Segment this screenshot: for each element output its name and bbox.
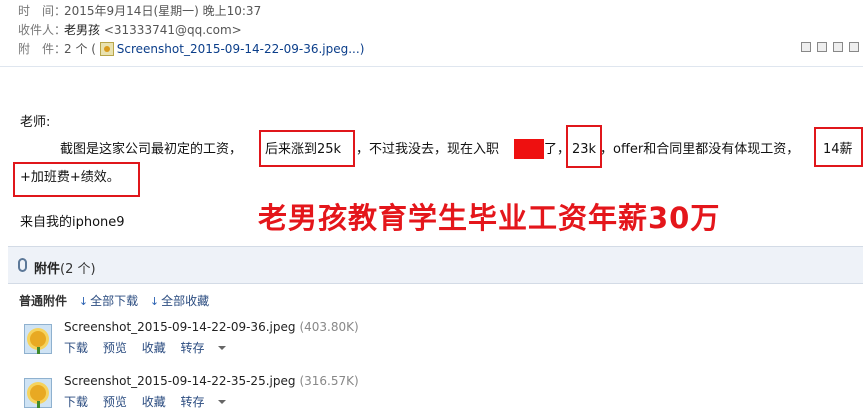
attachment-title-label: 附件 (34, 262, 61, 277)
download-arrow-icon: ↓ (78, 295, 89, 308)
attachment-row: 附 件：2 个 ( Screenshot_2015-09-14-22-09-36… (18, 41, 364, 57)
save-all-link[interactable]: 全部收藏 (161, 294, 209, 308)
attachment-label: 附 件： (18, 42, 67, 56)
attachment-filename[interactable]: Screenshot_2015-09-14-22-35-25.jpeg (64, 374, 295, 388)
time-value: 2015年9月14日(星期一) 晚上10:37 (64, 4, 262, 18)
attachment-link[interactable]: Screenshot_2015-09-14-22-09-36.jpeg...) (117, 42, 365, 56)
attachment-filename[interactable]: Screenshot_2015-09-14-22-09-36.jpeg (64, 320, 295, 334)
preview-link[interactable]: 预览 (103, 341, 127, 355)
slogan-overlay: 老男孩教育学生毕业工资年薪30万 (258, 201, 721, 235)
signature: 来自我的iphone9 (20, 215, 125, 230)
recipient-row: 收件人：老男孩 <31333741@qq.com> (18, 22, 242, 38)
normal-attachments-label: 普通附件 (19, 294, 68, 308)
download-all-link[interactable]: 全部下载 (90, 294, 138, 308)
close-icon[interactable] (849, 42, 859, 52)
sunflower-thumbnail-icon[interactable] (24, 324, 52, 354)
body-text-1: 截图是这家公司最初定的工资， (60, 142, 243, 157)
caret-down-icon (217, 400, 226, 404)
greeting: 老师: (20, 115, 51, 130)
highlight-box-bonus (13, 162, 140, 197)
attachment-panel: 附件(2 个) 普通附件 ↓ 全部下载 ↓ 全部收藏 Screenshot_2015… (8, 246, 863, 420)
attachment-item: Screenshot_2015-09-14-22-35-25.jpeg (316.… (24, 374, 624, 414)
attachment-title: 附件(2 个) (34, 258, 96, 277)
recipient-name[interactable]: 老男孩 (64, 23, 100, 37)
sunflower-thumbnail-icon[interactable] (24, 378, 52, 408)
save-link[interactable]: 收藏 (142, 395, 166, 409)
attachment-title-count: (2 个) (60, 262, 96, 277)
time-label: 时 间： (18, 4, 67, 18)
attachment-name-row: Screenshot_2015-09-14-22-09-36.jpeg (403.… (64, 320, 359, 334)
forward-menu[interactable]: 转存 (181, 341, 237, 355)
mail-header: 时 间：2015年9月14日(星期一) 晚上10:37 收件人：老男孩 <313… (0, 0, 863, 66)
attachment-count: 2 个 ( (64, 42, 96, 56)
restore-icon[interactable] (801, 42, 811, 52)
maximize-icon[interactable] (817, 42, 827, 52)
attachment-actions: 下载 预览 收藏 转存 (64, 393, 248, 410)
redaction-block (514, 139, 544, 159)
download-link[interactable]: 下载 (64, 395, 88, 409)
highlight-box-months (814, 127, 863, 167)
attachment-size: (403.80K) (299, 320, 359, 334)
forward-menu[interactable]: 转存 (181, 395, 237, 409)
paperclip-icon (18, 258, 27, 272)
normal-attachments-row: 普通附件 ↓ 全部下载 ↓ 全部收藏 (19, 292, 209, 309)
highlight-box-salary (566, 125, 602, 168)
save-link[interactable]: 收藏 (142, 341, 166, 355)
time-row: 时 间：2015年9月14日(星期一) 晚上10:37 (18, 3, 261, 19)
attachment-bar: 附件(2 个) (8, 247, 863, 284)
preview-link[interactable]: 预览 (103, 395, 127, 409)
attachment-size: (316.57K) (299, 374, 359, 388)
attachment-actions: 下载 预览 收藏 转存 (64, 339, 248, 356)
highlight-box-raise (259, 130, 355, 167)
download-link[interactable]: 下载 (64, 341, 88, 355)
recipient-email[interactable]: <31333741@qq.com> (104, 23, 242, 37)
header-divider (0, 66, 863, 67)
forward-label: 转存 (180, 395, 205, 409)
caret-down-icon (217, 346, 226, 350)
popout-icon[interactable] (833, 42, 843, 52)
image-file-icon (99, 42, 114, 56)
recipient-label: 收件人： (18, 23, 67, 37)
forward-label: 转存 (180, 341, 205, 355)
attachment-name-row: Screenshot_2015-09-14-22-35-25.jpeg (316.… (64, 374, 359, 388)
body-text-4: ，offer和合同里都没有体现工资， (600, 142, 800, 157)
body-text-2: ，不过我没去，现在入职 (356, 142, 500, 157)
window-controls (801, 42, 859, 52)
attachment-item: Screenshot_2015-09-14-22-09-36.jpeg (403.… (24, 320, 624, 360)
save-arrow-icon: ↓ (149, 295, 160, 308)
